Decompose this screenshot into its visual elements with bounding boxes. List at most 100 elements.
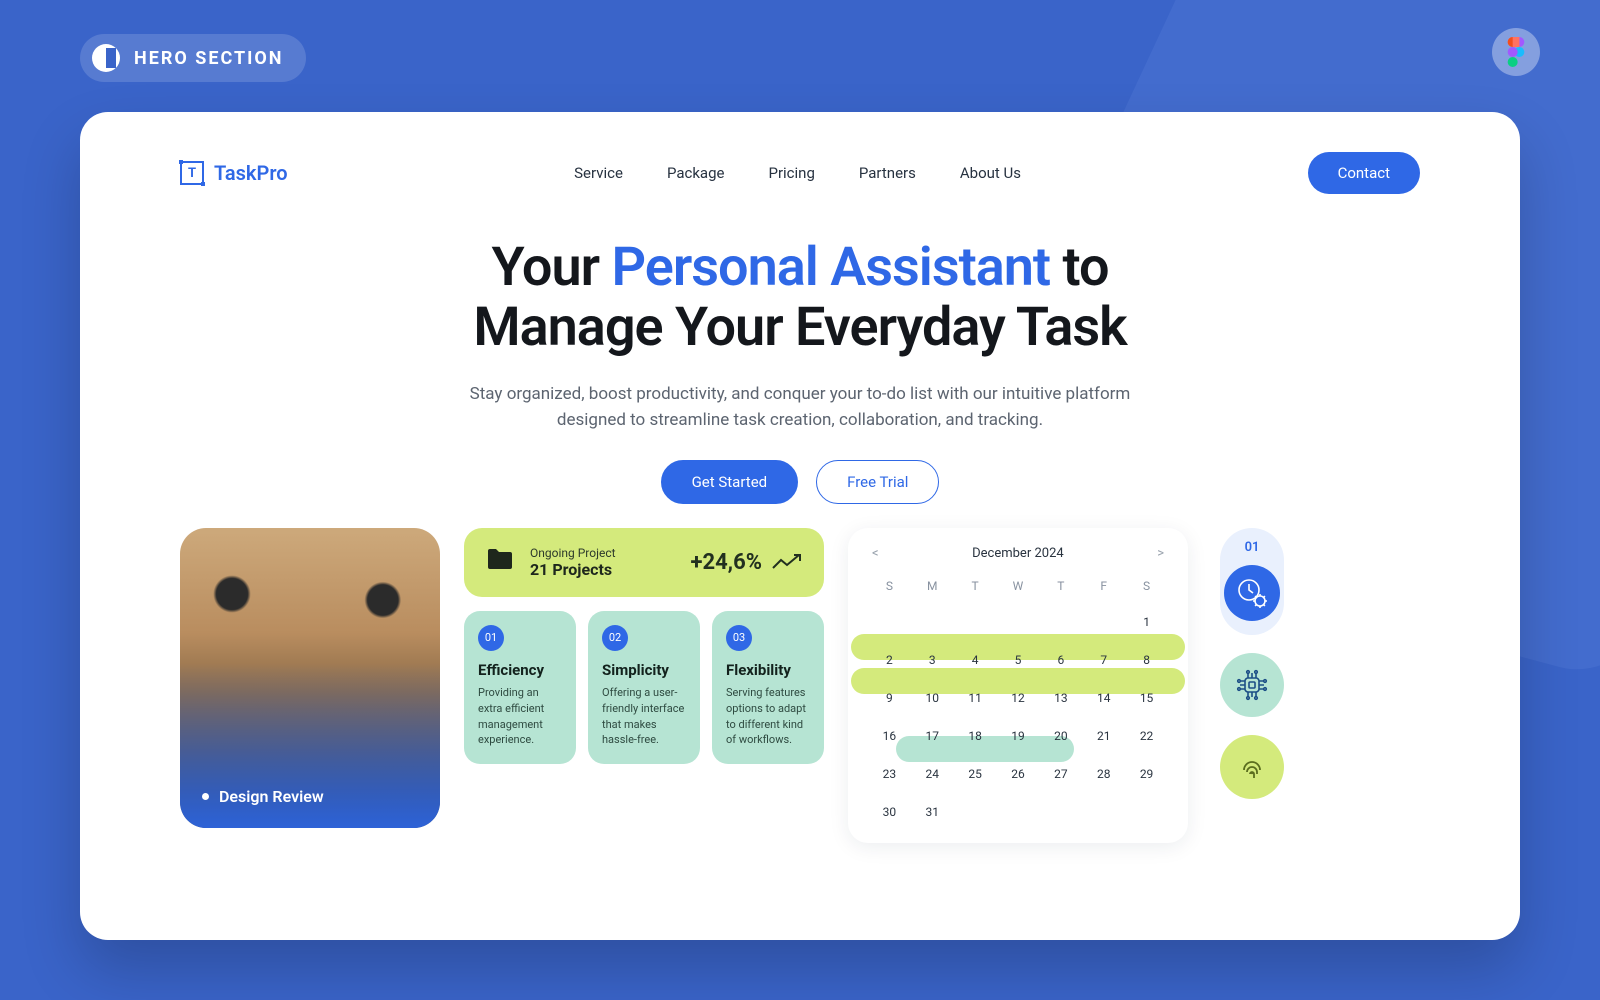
- feature-flexibility: 03 Flexibility Serving features options …: [712, 611, 824, 765]
- nav-link-service[interactable]: Service: [574, 164, 623, 182]
- calendar-day[interactable]: 25: [954, 759, 997, 789]
- hero-section-badge: HERO SECTION: [80, 34, 306, 82]
- hero-cta: Get Started Free Trial: [80, 460, 1520, 504]
- top-nav: T TaskPro Service Package Pricing Partne…: [80, 112, 1520, 194]
- hero-title: Your Personal Assistant to Manage Your E…: [80, 238, 1520, 359]
- calendar-prev[interactable]: <: [868, 546, 883, 561]
- feature-desc-2: Offering a user-friendly interface that …: [602, 685, 686, 749]
- calendar-dow: T: [1039, 573, 1082, 599]
- calendar-day[interactable]: 31: [911, 797, 954, 827]
- nav-link-partners[interactable]: Partners: [859, 164, 916, 182]
- hero-title-line2: Manage Your Everyday Task: [473, 296, 1126, 359]
- calendar-day[interactable]: 24: [911, 759, 954, 789]
- clock-gear-icon: [1224, 565, 1280, 621]
- badge-logo-icon: [92, 44, 120, 72]
- calendar-day[interactable]: 23: [868, 759, 911, 789]
- icon-pill[interactable]: 01: [1220, 528, 1284, 635]
- calendar-day[interactable]: 16: [868, 721, 911, 751]
- calendar-day[interactable]: 8: [1125, 645, 1168, 675]
- calendar-day[interactable]: 7: [1082, 645, 1125, 675]
- feature-row: 01 Efficiency Providing an extra efficie…: [464, 611, 824, 765]
- fingerprint-icon[interactable]: [1220, 735, 1284, 799]
- ongoing-project-card: Ongoing Project 21 Projects +24,6%: [464, 528, 824, 597]
- badge-label: HERO SECTION: [134, 48, 284, 69]
- calendar-day[interactable]: 20: [1039, 721, 1082, 751]
- calendar-dow: M: [911, 573, 954, 599]
- nav-link-pricing[interactable]: Pricing: [768, 164, 814, 182]
- nav-links: Service Package Pricing Partners About U…: [574, 164, 1021, 182]
- calendar-empty: [911, 607, 954, 637]
- calendar-day[interactable]: 13: [1039, 683, 1082, 713]
- metric-delta-value: +24,6%: [690, 550, 762, 575]
- calendar-dow: T: [954, 573, 997, 599]
- calendar-dow: S: [1125, 573, 1168, 599]
- nav-link-package[interactable]: Package: [667, 164, 725, 182]
- calendar-day[interactable]: 4: [954, 645, 997, 675]
- figma-badge: [1492, 28, 1540, 76]
- calendar-grid: SMTWTFS123456789101112131415161718192021…: [868, 573, 1168, 827]
- calendar-card: < December 2024 > SMTWTFS123456789101112…: [848, 528, 1188, 843]
- contact-button[interactable]: Contact: [1308, 152, 1420, 194]
- chip-icon[interactable]: [1220, 653, 1284, 717]
- brand[interactable]: T TaskPro: [180, 161, 288, 185]
- calendar-empty: [1082, 607, 1125, 637]
- trend-up-icon: [772, 554, 802, 570]
- calendar-day[interactable]: 26: [997, 759, 1040, 789]
- hero-subtitle: Stay organized, boost productivity, and …: [460, 381, 1140, 434]
- calendar-day[interactable]: 3: [911, 645, 954, 675]
- brand-mark-icon: T: [180, 161, 204, 185]
- calendar-day[interactable]: 1: [1125, 607, 1168, 637]
- calendar-empty: [868, 607, 911, 637]
- calendar-dow: S: [868, 573, 911, 599]
- feature-num-2: 02: [602, 625, 628, 651]
- hero-title-pre: Your: [491, 236, 611, 299]
- calendar-day[interactable]: 14: [1082, 683, 1125, 713]
- feature-title-3: Flexibility: [726, 661, 810, 679]
- calendar-day[interactable]: 30: [868, 797, 911, 827]
- hero-title-accent: Personal Assistant: [612, 236, 1051, 299]
- calendar-day[interactable]: 6: [1039, 645, 1082, 675]
- calendar-month: December 2024: [972, 546, 1064, 561]
- folder-icon: [486, 547, 514, 578]
- calendar-day[interactable]: 27: [1039, 759, 1082, 789]
- calendar-dow: F: [1082, 573, 1125, 599]
- hero-text: Your Personal Assistant to Manage Your E…: [80, 238, 1520, 504]
- get-started-button[interactable]: Get Started: [661, 460, 799, 504]
- calendar-day[interactable]: 29: [1125, 759, 1168, 789]
- calendar-empty: [997, 607, 1040, 637]
- calendar-day[interactable]: 19: [997, 721, 1040, 751]
- feature-num-1: 01: [478, 625, 504, 651]
- feature-title-2: Simplicity: [602, 661, 686, 679]
- landing-card: T TaskPro Service Package Pricing Partne…: [80, 112, 1520, 940]
- feature-title-1: Efficiency: [478, 661, 562, 679]
- calendar-header: < December 2024 >: [868, 546, 1168, 561]
- calendar-day[interactable]: 18: [954, 721, 997, 751]
- calendar-empty: [1039, 607, 1082, 637]
- calendar-day[interactable]: 2: [868, 645, 911, 675]
- middle-column: Ongoing Project 21 Projects +24,6% 01 Ef…: [464, 528, 824, 765]
- metric-small-label: Ongoing Project: [530, 546, 616, 560]
- calendar-day[interactable]: 15: [1125, 683, 1168, 713]
- icon-pill-num: 01: [1220, 540, 1284, 555]
- calendar-dow: W: [997, 573, 1040, 599]
- free-trial-button[interactable]: Free Trial: [816, 460, 939, 504]
- dashboard-row: Design Review Ongoing Project 21 Project…: [80, 504, 1520, 843]
- calendar-day[interactable]: 28: [1082, 759, 1125, 789]
- nav-link-about[interactable]: About Us: [960, 164, 1021, 182]
- brand-name: TaskPro: [214, 161, 288, 185]
- calendar-day[interactable]: 9: [868, 683, 911, 713]
- hero-title-post: to: [1050, 236, 1108, 299]
- calendar-day[interactable]: 17: [911, 721, 954, 751]
- calendar-empty: [954, 607, 997, 637]
- calendar-next[interactable]: >: [1153, 546, 1168, 561]
- calendar-day[interactable]: 11: [954, 683, 997, 713]
- metric-value: 21 Projects: [530, 560, 616, 579]
- calendar-day[interactable]: 10: [911, 683, 954, 713]
- calendar-day[interactable]: 22: [1125, 721, 1168, 751]
- design-review-card[interactable]: Design Review: [180, 528, 440, 828]
- calendar-day[interactable]: 21: [1082, 721, 1125, 751]
- calendar-day[interactable]: 12: [997, 683, 1040, 713]
- feature-num-3: 03: [726, 625, 752, 651]
- calendar-day[interactable]: 5: [997, 645, 1040, 675]
- figma-icon: [1505, 37, 1527, 67]
